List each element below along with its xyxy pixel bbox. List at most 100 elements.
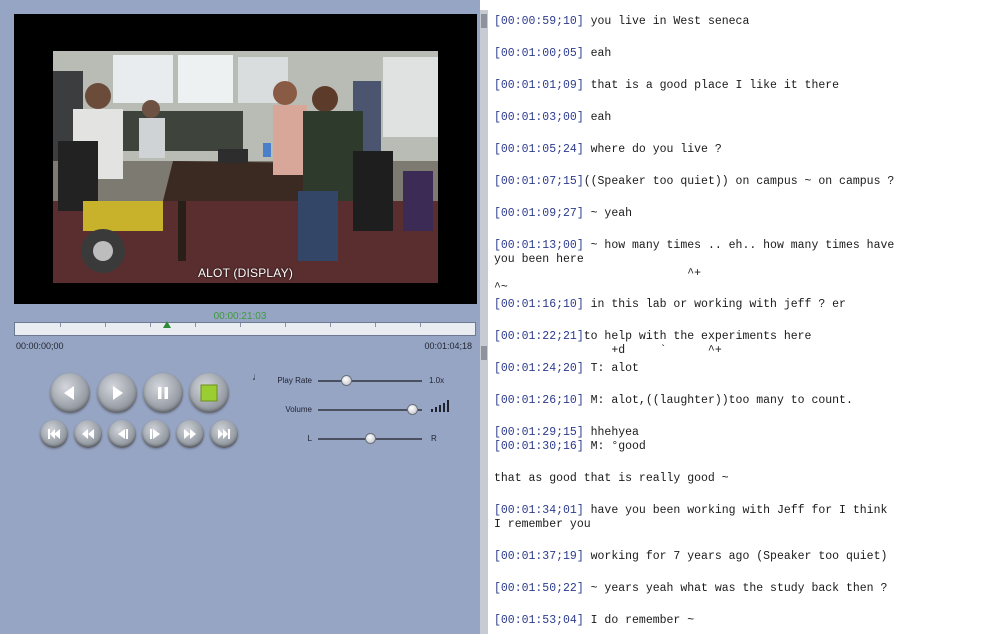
step-back-icon <box>118 429 128 439</box>
transcript-text: I do remember ~ <box>583 614 695 627</box>
step-back-button[interactable] <box>108 420 136 448</box>
transcript-timestamp[interactable]: [00:01:09;27] <box>494 207 584 220</box>
transcript-timestamp[interactable]: [00:01:30;16] <box>494 440 584 453</box>
transcript-timestamp[interactable]: [00:01:37;19] <box>494 550 584 563</box>
previous-button[interactable] <box>50 373 90 413</box>
transcript-line[interactable]: [00:01:29;15] hhehyea <box>494 426 639 440</box>
play-rate-slider[interactable] <box>318 375 422 386</box>
transcript-line[interactable]: [00:01:05;24] where do you live ? <box>494 143 722 157</box>
rewind-button[interactable] <box>74 420 102 448</box>
play-rate-knob[interactable] <box>341 375 353 386</box>
transcript-text: eah <box>583 47 612 60</box>
transcript-line[interactable]: ^~ <box>494 281 508 295</box>
play-rate-label: Play Rate <box>277 376 312 385</box>
transcript-line[interactable]: [00:01:22;21]to help with the experiment… <box>494 330 811 344</box>
pause-button[interactable] <box>143 373 183 413</box>
music-note-icon: ♩ <box>252 372 262 383</box>
play-button[interactable] <box>97 373 137 413</box>
transcript-timestamp[interactable]: [00:01:05;24] <box>494 143 584 156</box>
transcript-timestamp[interactable]: [00:01:53;04] <box>494 614 584 627</box>
transcript-text: ^+ <box>494 267 702 280</box>
skip-start-icon <box>48 429 60 439</box>
volume-knob[interactable] <box>407 404 419 415</box>
stop-button[interactable] <box>189 373 229 413</box>
transcript-timestamp[interactable]: [00:01:03;00] <box>494 111 584 124</box>
video-scene <box>53 51 438 283</box>
transcript-text: where do you live ? <box>583 143 722 156</box>
transcript-line[interactable]: that as good that is really good ~ <box>494 472 729 486</box>
transcript-line[interactable]: [00:01:16;10] in this lab or working wit… <box>494 298 846 312</box>
transcript-timestamp[interactable]: [00:00:59;10] <box>494 15 584 28</box>
volume-label: Volume <box>285 405 312 414</box>
transcript-text: in this lab or working with jeff ? er <box>583 298 846 311</box>
fast-forward-button[interactable] <box>176 420 204 448</box>
transcript-text: have you been working with Jeff for I th… <box>583 504 888 517</box>
transcript-line[interactable]: you been here <box>494 253 584 267</box>
jump-to-start-button[interactable] <box>40 420 68 448</box>
transcript-text: I remember you <box>494 518 591 531</box>
balance-left-label: L <box>307 434 312 443</box>
transcript-timestamp[interactable]: [00:01:22;21] <box>494 330 584 343</box>
transcript-text: hhehyea <box>583 426 639 439</box>
video-viewport[interactable]: ALOT (DISPLAY) <box>14 14 477 304</box>
transcript-timestamp[interactable]: [00:01:13;00] <box>494 239 584 252</box>
volume-bars-icon <box>431 400 449 412</box>
transcript-line[interactable]: [00:01:13;00] ~ how many times .. eh.. h… <box>494 239 894 253</box>
transcript-line[interactable]: [00:00:59;10] you live in West seneca <box>494 15 749 29</box>
transcript-line[interactable]: I remember you <box>494 518 591 532</box>
transcript-line[interactable]: [00:01:26;10] M: alot,((laughter))too ma… <box>494 394 853 408</box>
transcript-text: to help with the experiments here <box>583 330 812 343</box>
transcript-line[interactable]: [00:01:00;05] eah <box>494 47 611 61</box>
transcript-line[interactable]: [00:01:07;15]((Speaker too quiet)) on ca… <box>494 175 894 189</box>
transcript-line[interactable]: [00:01:50;22] ~ years yeah what was the … <box>494 582 887 596</box>
panel-divider[interactable] <box>480 10 488 634</box>
transcript-timestamp[interactable]: [00:01:01;09] <box>494 79 584 92</box>
timeline-scrubber[interactable] <box>14 321 476 336</box>
transcript-text: ((Speaker too quiet)) on campus ~ on cam… <box>583 175 895 188</box>
balance-slider[interactable] <box>318 433 422 444</box>
playhead-marker[interactable] <box>162 321 171 328</box>
transcript-timestamp[interactable]: [00:01:07;15] <box>494 175 584 188</box>
transcript-text: you been here <box>494 253 584 266</box>
balance-knob[interactable] <box>364 433 376 444</box>
transcript-text: that is a good place I like it there <box>583 79 840 92</box>
transcript-panel[interactable]: [00:00:59;10] you live in West seneca [00… <box>494 10 984 634</box>
video-frame-image: ALOT (DISPLAY) <box>53 51 438 283</box>
transcript-text: ~ yeah <box>583 207 633 220</box>
stop-icon <box>200 384 218 402</box>
skip-end-icon <box>218 429 230 439</box>
transcript-line[interactable]: [00:01:53;04] I do remember ~ <box>494 614 694 628</box>
transcript-line[interactable]: [00:01:24;20] T: alot <box>494 362 639 376</box>
transcript-line[interactable]: [00:01:37;19] working for 7 years ago (S… <box>494 550 887 564</box>
volume-slider[interactable] <box>318 404 422 415</box>
transcript-timestamp[interactable]: [00:01:26;10] <box>494 394 584 407</box>
jump-to-end-button[interactable] <box>210 420 238 448</box>
transcript-timestamp[interactable]: [00:01:16;10] <box>494 298 584 311</box>
transcript-line[interactable]: [00:01:34;01] have you been working with… <box>494 504 887 518</box>
video-subtitle: ALOT (DISPLAY) <box>197 266 294 280</box>
transcript-timestamp[interactable]: [00:01:24;20] <box>494 362 584 375</box>
balance-right-label: R <box>431 434 437 443</box>
transcript-timestamp[interactable]: [00:01:50;22] <box>494 582 584 595</box>
transcript-text: T: alot <box>583 362 639 375</box>
transcript-text: eah <box>583 111 612 124</box>
step-forward-button[interactable] <box>142 420 170 448</box>
transcript-text: +d ` ^+ <box>494 344 722 357</box>
transcript-text: you live in West seneca <box>583 15 750 28</box>
transcript-timestamp[interactable]: [00:01:29;15] <box>494 426 584 439</box>
transcript-text: ^~ <box>494 281 508 294</box>
pause-icon <box>158 387 168 399</box>
transcript-timestamp[interactable]: [00:01:34;01] <box>494 504 584 517</box>
transcript-line[interactable]: [00:01:01;09] that is a good place I lik… <box>494 79 839 93</box>
transcript-timestamp[interactable]: [00:01:00;05] <box>494 47 584 60</box>
transcript-line[interactable]: ^+ <box>494 267 701 281</box>
divider-grip-top[interactable] <box>481 14 487 28</box>
transcript-line[interactable]: +d ` ^+ <box>494 344 722 358</box>
divider-grip-middle[interactable] <box>481 346 487 360</box>
transcript-line[interactable]: [00:01:30;16] M: °good <box>494 440 646 454</box>
rewind-icon <box>82 429 94 439</box>
step-forward-icon <box>150 429 160 439</box>
transcript-line[interactable]: [00:01:09;27] ~ yeah <box>494 207 632 221</box>
transcript-line[interactable]: [00:01:03;00] eah <box>494 111 611 125</box>
transcript-text: working for 7 years ago (Speaker too qui… <box>583 550 888 563</box>
